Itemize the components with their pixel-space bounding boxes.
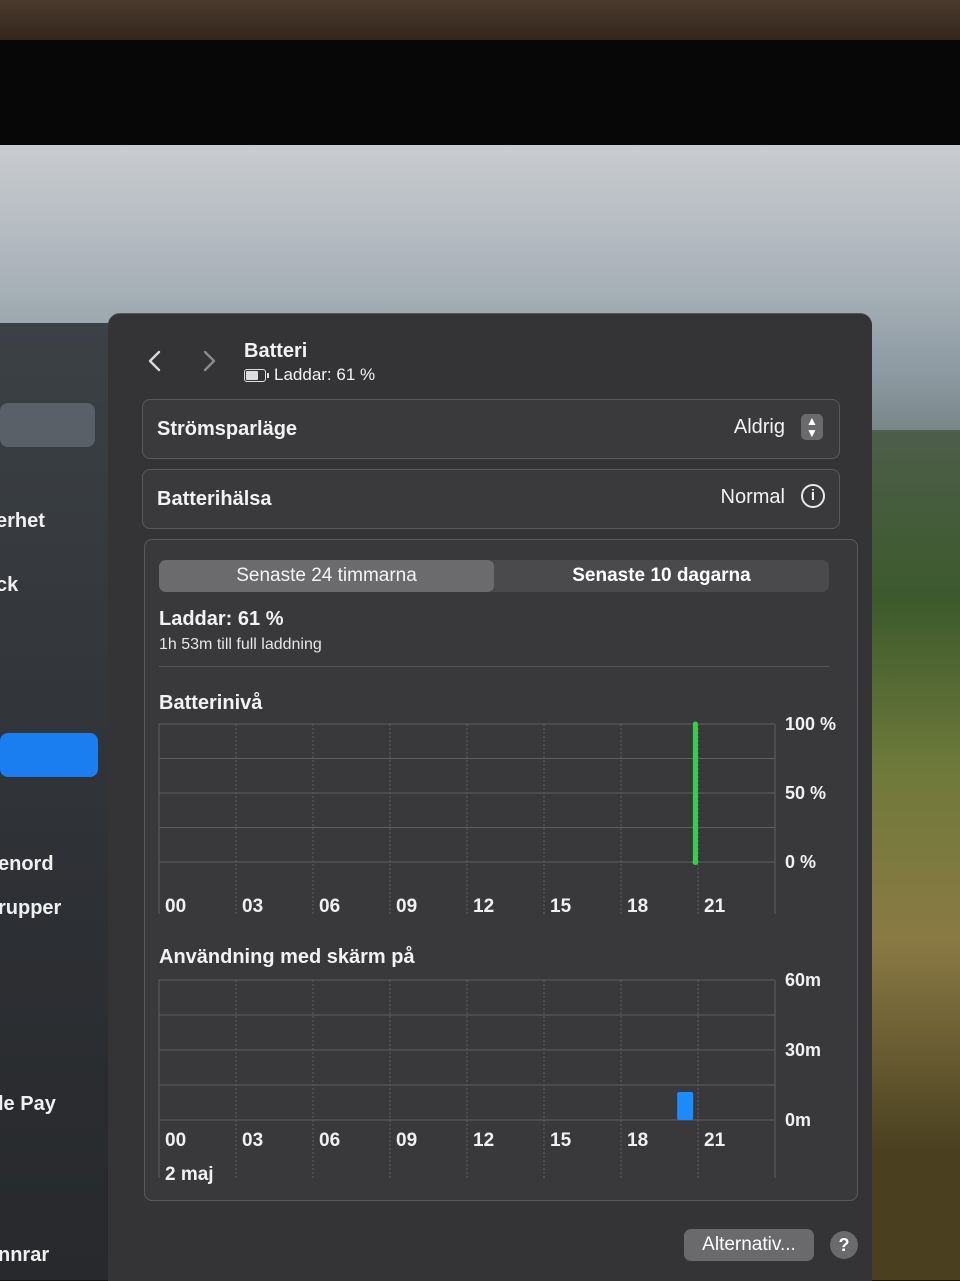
tab-last-10-days[interactable]: Senaste 10 dagarna: [494, 560, 829, 592]
battery-health-value: Normal: [720, 486, 785, 508]
sidebar-item-bottom[interactable]: nnrar: [0, 1244, 49, 1267]
battery-level-chart-title: Batterinivå: [159, 692, 263, 714]
x-tick-label: 06: [319, 896, 340, 917]
updown-chevron-icon[interactable]: ▲ ▼: [801, 414, 823, 440]
power-mode-row[interactable]: Strömsparläge Aldrig ▲ ▼: [142, 399, 840, 459]
sidebar-item-security[interactable]: erhet: [0, 510, 45, 533]
wallpaper-hillside: [860, 430, 960, 1280]
page-title: Batteri: [244, 340, 308, 362]
y-tick-label: 60m: [785, 970, 821, 990]
power-mode-label: Strömsparläge: [157, 418, 298, 440]
back-chevron-icon[interactable]: [144, 349, 168, 373]
battery-health-row: Batterihälsa Normal i: [142, 469, 840, 529]
x-tick-label: 00: [165, 896, 186, 917]
time-range-segmented-control[interactable]: Senaste 24 timmarna Senaste 10 dagarna: [159, 560, 829, 592]
x-tick-label: 15: [550, 896, 572, 917]
sidebar-item-groups[interactable]: rupper: [0, 897, 61, 920]
battery-usage-panel: Senaste 24 timmarna Senaste 10 dagarna L…: [144, 539, 858, 1201]
forward-chevron-icon[interactable]: [196, 349, 220, 373]
date-label: 2 maj: [165, 1164, 214, 1185]
settings-sidebar: erhet ck enord rupper le Pay nnrar: [0, 323, 108, 1280]
x-tick-label: 12: [473, 896, 494, 917]
settings-window: Batteri Laddar: 61 % Strömsparläge Aldri…: [108, 313, 872, 1281]
y-tick-label: 50 %: [785, 783, 826, 803]
sidebar-search-field[interactable]: [0, 403, 95, 447]
sidebar-item-passwords[interactable]: enord: [0, 853, 54, 876]
time-to-full: 1h 53m till full laddning: [159, 636, 322, 653]
x-tick-label: 18: [627, 896, 648, 917]
x-tick-label: 18: [627, 1130, 648, 1151]
help-button[interactable]: ?: [830, 1231, 858, 1259]
x-tick-label: 06: [319, 1130, 340, 1151]
charging-status-text: Laddar: 61 %: [274, 365, 376, 384]
x-tick-label: 03: [242, 1130, 263, 1151]
charging-status: Laddar: 61 %: [244, 365, 375, 385]
x-tick-label: 15: [550, 1130, 572, 1151]
screen-usage-chart-title: Användning med skärm på: [159, 946, 415, 968]
x-tick-label: 21: [704, 896, 726, 917]
x-tick-label: 09: [396, 896, 417, 917]
divider: [159, 666, 829, 667]
options-button[interactable]: Alternativ...: [684, 1229, 814, 1261]
sidebar-item-apple-pay[interactable]: le Pay: [0, 1093, 56, 1116]
y-tick-label: 0 %: [785, 852, 816, 872]
x-tick-label: 09: [396, 1130, 417, 1151]
monitor-bezel: [0, 40, 960, 155]
sidebar-item-selected[interactable]: [0, 733, 98, 777]
power-mode-value[interactable]: Aldrig: [734, 416, 785, 439]
usage-bar: [677, 1092, 694, 1120]
x-tick-label: 00: [165, 1130, 186, 1151]
screen-usage-chart: 00 03 06 09 12 15 18 21 60m 30m 0m 2 maj: [158, 970, 821, 1185]
y-tick-label: 100 %: [785, 714, 836, 734]
battery-charging-icon: [244, 368, 269, 382]
battery-level-point: [692, 859, 699, 865]
tab-last-24-hours[interactable]: Senaste 24 timmarna: [159, 560, 494, 592]
info-icon[interactable]: i: [801, 484, 825, 508]
x-tick-label: 03: [242, 896, 263, 917]
battery-health-label: Batterihälsa: [157, 488, 272, 510]
battery-level-chart: 00 03 06 09 12 15 18 21 100 % 50 % 0 %: [158, 714, 836, 917]
y-tick-label: 0m: [785, 1110, 811, 1130]
x-tick-label: 21: [704, 1130, 726, 1151]
x-tick-label: 12: [473, 1130, 494, 1151]
charge-level-title: Laddar: 61 %: [159, 608, 284, 630]
sidebar-item-lock[interactable]: ck: [0, 574, 18, 597]
y-tick-label: 30m: [785, 1040, 821, 1060]
